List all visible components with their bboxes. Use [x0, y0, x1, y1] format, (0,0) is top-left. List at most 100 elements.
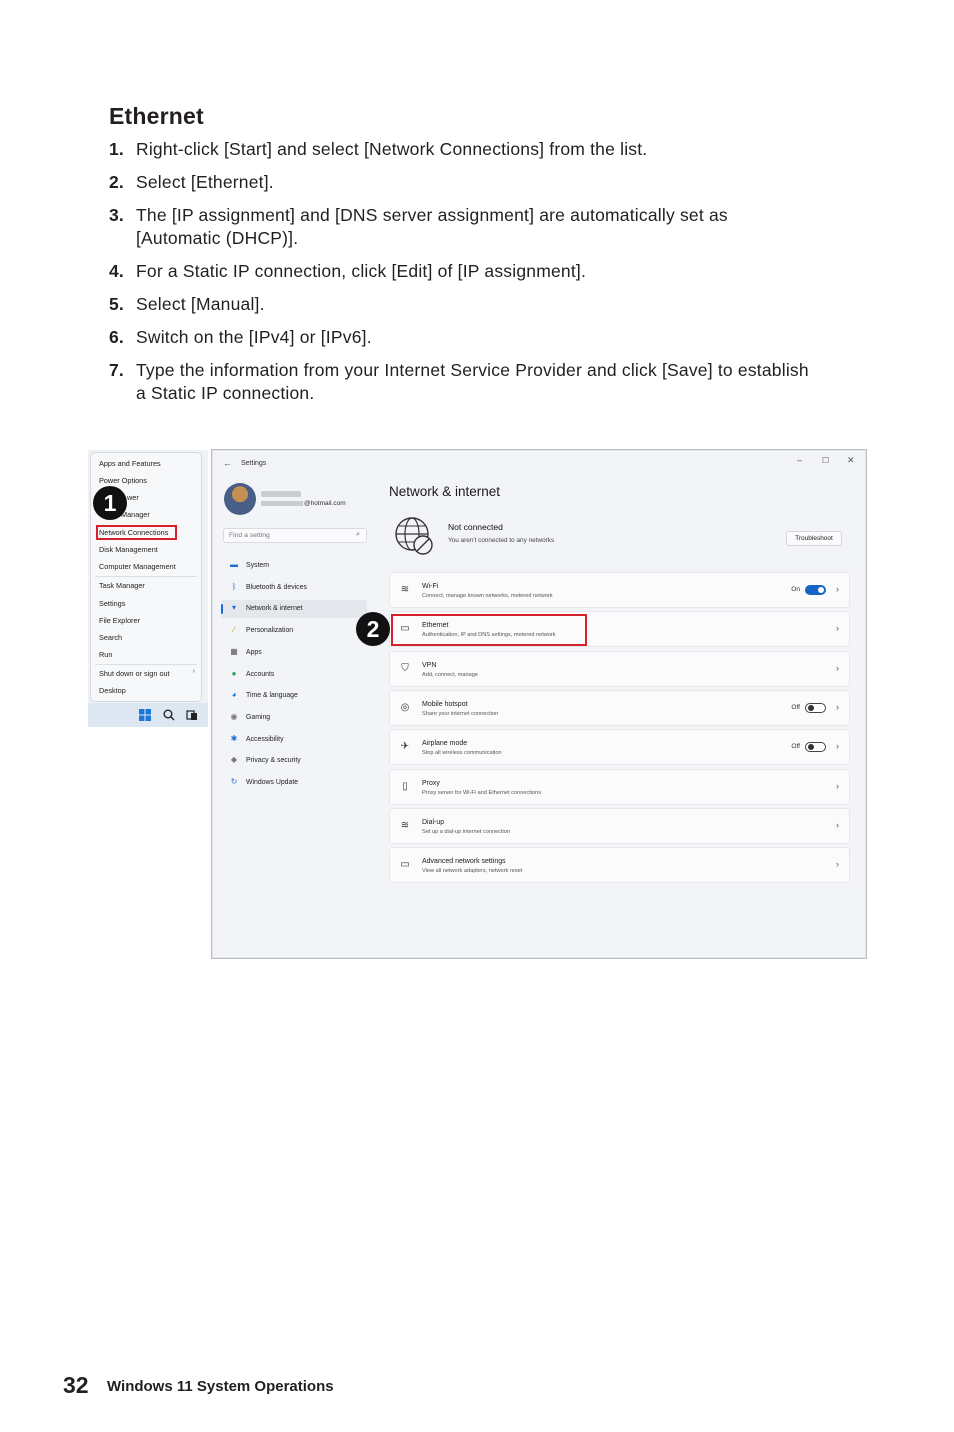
menu-item-computer-management[interactable]: Computer Management — [99, 562, 176, 571]
toggle-switch[interactable] — [805, 742, 826, 753]
monitor-icon: ▬ — [230, 560, 238, 569]
sidebar-item[interactable]: ✱ Accessibility — [221, 731, 367, 749]
chevron-right-icon: › — [836, 859, 839, 870]
settings-card[interactable]: ⛉ VPN Add, connect, manage › — [389, 650, 850, 687]
menu-item-file-explorer[interactable]: File Explorer — [99, 616, 140, 625]
settings-card[interactable]: ≋ Dial-up Set up a dial-up internet connec… — [389, 807, 850, 844]
card-title: Advanced network settings — [422, 858, 506, 866]
sidebar-item[interactable]: ▬ System — [221, 557, 367, 575]
title-bar: ← Settings – ☐ ✕ — [212, 450, 866, 476]
toggle-state-label: On — [791, 586, 800, 593]
chevron-right-icon: › — [836, 623, 839, 634]
step-number: 1. — [109, 139, 124, 159]
sidebar-item[interactable]: ◆ Privacy & security — [221, 752, 367, 770]
settings-card[interactable]: ▯ Proxy Proxy server for Wi-Fi and Etherne… — [389, 768, 850, 805]
settings-card[interactable]: ✈ Airplane mode Stop all wireless communic… — [389, 729, 850, 766]
menu-item-event-viewer[interactable]: wer — [127, 493, 139, 502]
globe-clock-icon: ◕ — [231, 690, 237, 700]
page-number: 32 — [63, 1372, 89, 1398]
settings-window-screenshot: ← Settings – ☐ ✕ @hotmail.com Find a set… — [211, 449, 867, 959]
maximize-icon[interactable]: ☐ — [822, 456, 829, 465]
toggle-knob — [808, 704, 814, 711]
page-title: Network & internet — [389, 484, 501, 499]
card-subtitle: Stop all wireless communication — [422, 750, 502, 757]
active-indicator — [221, 604, 223, 615]
sidebar-item[interactable]: ● Accounts — [221, 666, 367, 684]
sidebar-item-label: Bluetooth & devices — [246, 583, 307, 591]
connection-status-subtitle: You aren't connected to any networks — [448, 537, 555, 544]
task-view-icon[interactable] — [186, 709, 198, 721]
update-icon: ↻ — [230, 777, 238, 786]
close-icon[interactable]: ✕ — [847, 455, 855, 466]
sidebar-item[interactable]: ◉ Gaming — [221, 709, 367, 727]
sidebar-item-label: Windows Update — [246, 779, 299, 786]
chevron-right-icon: › — [836, 701, 839, 712]
step-item: 6. Switch on the [IPv4] or [IPv6]. — [109, 326, 809, 349]
menu-item-apps-features[interactable]: Apps and Features — [99, 459, 161, 468]
airplane-icon: ✈ — [400, 741, 410, 753]
sidebar-item[interactable]: ◕ Time & language — [221, 687, 367, 705]
shield-icon: ◆ — [230, 755, 238, 765]
menu-item-settings[interactable]: Settings — [99, 599, 125, 608]
card-subtitle: Proxy server for Wi-Fi and Ethernet conn… — [422, 789, 542, 796]
sidebar-item-label: Accessibility — [246, 735, 284, 743]
avatar — [224, 483, 256, 515]
user-name-redacted — [261, 491, 301, 497]
chevron-right-icon: › — [836, 584, 839, 594]
menu-divider — [95, 576, 197, 577]
menu-item-search[interactable]: Search — [99, 633, 122, 642]
hotspot-icon: ◎ — [400, 701, 410, 713]
menu-item-run[interactable]: Run — [99, 650, 112, 659]
step-item: 4. For a Static IP connection, click [Edi… — [109, 260, 809, 283]
windows-start-icon[interactable] — [139, 709, 151, 721]
chevron-right-icon: › — [836, 819, 839, 830]
step-text: Right-click [Start] and select [Network … — [136, 139, 648, 159]
chevron-right-icon: › — [836, 741, 839, 752]
card-title: Airplane mode — [422, 740, 468, 748]
menu-item-task-manager[interactable]: Task Manager — [99, 581, 145, 590]
person-icon: ● — [231, 668, 237, 678]
step-number: 2. — [109, 172, 124, 192]
step-item: 5. Select [Manual]. — [109, 293, 809, 316]
adapter-icon: ▭ — [400, 859, 410, 871]
toggle-switch[interactable] — [805, 702, 826, 713]
menu-item-power-options[interactable]: Power Options — [99, 476, 147, 485]
sidebar-item[interactable]: ▾ Network & internet — [221, 600, 367, 619]
sidebar-item[interactable]: ▦ Apps — [221, 644, 367, 662]
menu-item-desktop[interactable]: Desktop — [99, 686, 126, 695]
email-redacted — [261, 500, 303, 506]
toggle-knob — [818, 587, 824, 593]
menu-item-device-manager[interactable]: Manager — [121, 510, 150, 519]
vpn-shield-icon: ⛉ — [401, 662, 409, 674]
sidebar-item-label: Privacy & security — [246, 757, 301, 765]
sidebar-item[interactable]: ↻ Windows Update — [221, 774, 367, 792]
highlight-ethernet — [391, 614, 587, 646]
search-icon: ⌕ — [356, 531, 360, 538]
sidebar-item-label: Personalization — [246, 627, 294, 635]
troubleshoot-button[interactable]: Troubleshoot — [786, 531, 842, 546]
step-item: 2. Select [Ethernet]. — [109, 171, 809, 194]
menu-divider — [95, 664, 197, 665]
bluetooth-icon: ᛒ — [231, 581, 237, 591]
steps-list: 1. Right-click [Start] and select [Networ… — [109, 138, 809, 415]
taskbar — [88, 703, 208, 727]
card-title: Proxy — [422, 779, 440, 787]
toggle-switch[interactable] — [805, 585, 826, 595]
sidebar-item-label: Gaming — [246, 713, 271, 721]
settings-card[interactable]: ≋ Wi-Fi Connect, manage known networks, me… — [389, 572, 850, 608]
menu-item-shut-down[interactable]: Shut down or sign out — [99, 669, 170, 678]
menu-item-disk-management[interactable]: Disk Management — [99, 545, 158, 554]
back-arrow-icon[interactable]: ← — [223, 458, 232, 468]
step-number: 3. — [109, 205, 124, 225]
sidebar-item-label: Accounts — [246, 670, 275, 678]
email-domain: @hotmail.com — [304, 500, 346, 507]
sidebar-item[interactable]: ᛒ Bluetooth & devices — [221, 579, 367, 597]
step-item: 7. Type the information from your Interne… — [109, 359, 809, 405]
search-icon[interactable] — [163, 709, 175, 721]
settings-card[interactable]: ▭ Advanced network settings View all netwo… — [389, 847, 850, 884]
settings-search-input[interactable]: Find a setting ⌕ — [223, 528, 367, 543]
sidebar-item[interactable]: ∕ Personalization — [221, 622, 367, 640]
settings-card[interactable]: ◎ Mobile hotspot Share your internet conne… — [389, 689, 850, 726]
minimize-icon[interactable]: – — [797, 455, 802, 465]
card-title: Wi-Fi — [422, 583, 439, 590]
